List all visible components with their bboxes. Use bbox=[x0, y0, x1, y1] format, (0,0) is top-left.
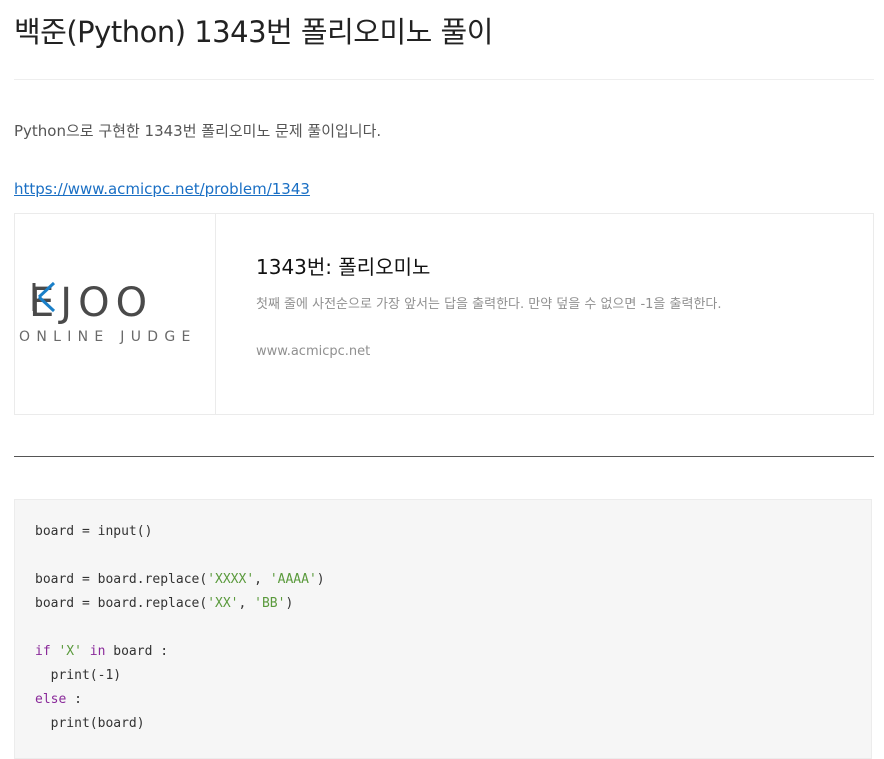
code-token: print(board) bbox=[35, 716, 145, 731]
code-string-token: 'AAAA' bbox=[269, 572, 317, 587]
horizontal-rule bbox=[14, 456, 874, 457]
code-line: board = board.replace('XX', 'BB') bbox=[35, 592, 325, 616]
baekjoon-logo-thumbnail: EJOO ONLINE JUDGE bbox=[15, 214, 216, 414]
link-preview-title[interactable]: 1343번: 폴리오미노 bbox=[256, 252, 736, 282]
code-line: board = input() bbox=[35, 520, 325, 544]
link-preview-description: 첫째 줄에 사전순으로 가장 앞서는 답을 출력한다. 만약 덮을 수 없으면 … bbox=[256, 297, 722, 312]
code-token: ) bbox=[285, 596, 294, 611]
code-token: : bbox=[66, 692, 82, 707]
code-token: , bbox=[254, 572, 270, 587]
code-keyword-token: else bbox=[35, 692, 67, 707]
post-title: 백준(Python) 1343번 폴리오미노 풀이 bbox=[14, 15, 493, 49]
baekjoon-logo-wordmark: EJOO bbox=[29, 280, 153, 326]
code-line: if 'X' in board : bbox=[35, 640, 325, 664]
code-block: board = input() board = board.replace('X… bbox=[14, 499, 872, 759]
code-line: else : bbox=[35, 688, 325, 712]
code-keyword-token: if bbox=[35, 644, 51, 659]
code-line: print(-1) bbox=[35, 664, 325, 688]
code-token: board : bbox=[105, 644, 169, 659]
code-token: board = board.replace( bbox=[35, 572, 208, 587]
code-token: print(-1) bbox=[35, 668, 122, 683]
code-string-token: 'X' bbox=[58, 644, 82, 659]
problem-link[interactable]: https://www.acmicpc.net/problem/1343 bbox=[14, 178, 310, 200]
code-token: board = board.replace( bbox=[35, 596, 208, 611]
code-token: , bbox=[238, 596, 255, 611]
code-string-token: 'BB' bbox=[254, 596, 286, 611]
code-keyword-token: in bbox=[89, 644, 106, 659]
code-line: print(board) bbox=[35, 712, 325, 736]
link-preview-domain: www.acmicpc.net bbox=[256, 344, 371, 359]
code-token: ) bbox=[316, 572, 325, 587]
code-lines: board = input() board = board.replace('X… bbox=[35, 520, 325, 736]
code-string-token: 'XX' bbox=[207, 596, 239, 611]
link-preview-body: 1343번: 폴리오미노 첫째 줄에 사전순으로 가장 앞서는 답을 출력한다.… bbox=[256, 252, 736, 362]
code-string-token: 'XXXX' bbox=[207, 572, 255, 587]
link-preview-card[interactable]: EJOO ONLINE JUDGE 1343번: 폴리오미노 첫째 줄에 사전순… bbox=[14, 213, 874, 415]
post-intro: Python으로 구현한 1343번 폴리오미노 문제 풀이입니다. bbox=[14, 122, 382, 140]
code-line: board = board.replace('XXXX', 'AAAA') bbox=[35, 568, 325, 592]
title-divider bbox=[14, 79, 874, 80]
code-token: board = input() bbox=[35, 524, 153, 539]
baekjoon-logo-subtitle: ONLINE JUDGE bbox=[19, 329, 197, 345]
baekjoon-logo-mark bbox=[32, 281, 56, 313]
